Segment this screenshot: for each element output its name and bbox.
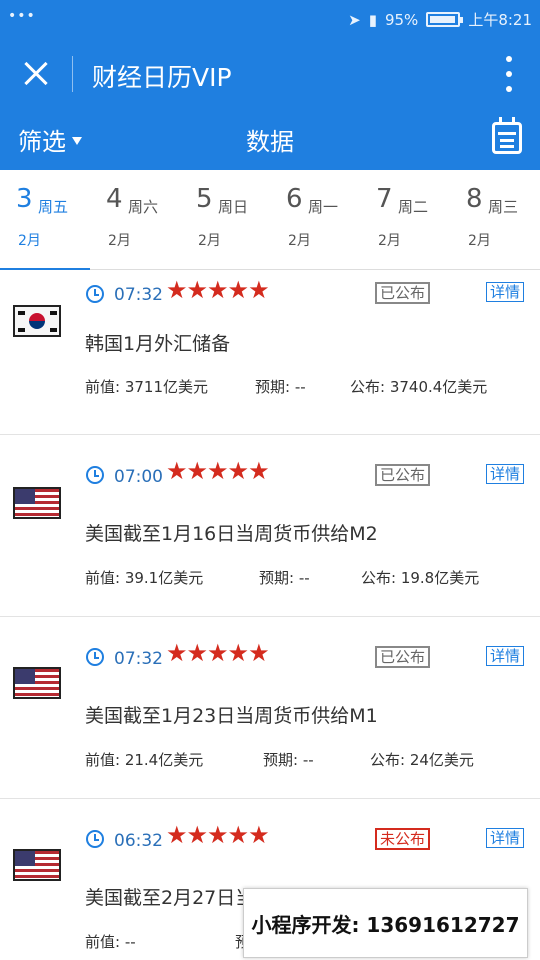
header-divider bbox=[72, 56, 73, 92]
status-bar-dots: ••• bbox=[8, 8, 36, 24]
close-icon[interactable] bbox=[18, 56, 54, 92]
signal-icon: ▮ bbox=[368, 10, 377, 29]
event-time: 06:32 bbox=[114, 831, 163, 851]
more-options-icon[interactable] bbox=[504, 56, 514, 92]
calendar-icon[interactable] bbox=[492, 117, 522, 154]
clock-icon bbox=[86, 466, 104, 484]
importance-stars: ★★★★★ bbox=[166, 639, 270, 667]
date-tab-5[interactable]: 5 周日 2月 bbox=[180, 170, 270, 270]
detail-button[interactable]: 详情 bbox=[486, 646, 525, 666]
event-title: 韩国1月外汇储备 bbox=[85, 333, 231, 355]
detail-button[interactable]: 详情 bbox=[486, 282, 525, 302]
event-time: 07:00 bbox=[114, 467, 163, 487]
event-title: 美国截至1月23日当周货币供给M1 bbox=[85, 705, 378, 727]
date-tab-weekday: 周二 bbox=[398, 198, 429, 216]
event-list[interactable]: 07:32 ★★★★★ 已公布 详情 韩国1月外汇储备 前值: 3711亿美元 … bbox=[0, 270, 540, 960]
actual-value: 公布: 19.8亿美元 bbox=[361, 569, 480, 587]
date-tab-weekday: 周日 bbox=[218, 198, 249, 216]
date-tab-4[interactable]: 4 周六 2月 bbox=[90, 170, 180, 270]
date-tab-day: 5 bbox=[196, 184, 213, 214]
event-time: 07:32 bbox=[114, 649, 163, 669]
us-flag-icon bbox=[13, 487, 61, 519]
clock-icon bbox=[86, 830, 104, 848]
event-item[interactable]: 07:00 ★★★★★ 已公布 详情 美国截至1月16日当周货币供给M2 前值:… bbox=[0, 435, 540, 617]
date-tab-6[interactable]: 6 周一 2月 bbox=[270, 170, 360, 270]
clock-icon bbox=[86, 648, 104, 666]
detail-button[interactable]: 详情 bbox=[486, 464, 525, 484]
date-tab-weekday: 周五 bbox=[38, 198, 69, 216]
event-title: 美国截至1月16日当周货币供给M2 bbox=[85, 523, 378, 545]
battery-percent: 95% bbox=[384, 10, 419, 29]
clock-icon bbox=[86, 285, 104, 303]
date-tab-month: 2月 bbox=[378, 233, 401, 249]
page-title: 财经日历VIP bbox=[92, 63, 232, 92]
date-tab-weekday: 周三 bbox=[488, 198, 519, 216]
south-korea-flag-icon bbox=[13, 305, 61, 337]
status-badge: 未公布 bbox=[375, 828, 431, 850]
battery-icon bbox=[426, 12, 464, 27]
actual-value: 公布: 24亿美元 bbox=[370, 751, 474, 769]
date-tab-month: 2月 bbox=[18, 233, 41, 249]
forecast-value: 预期: -- bbox=[259, 569, 310, 587]
date-tab-month: 2月 bbox=[108, 233, 131, 249]
date-tab-day: 4 bbox=[106, 184, 123, 214]
status-badge: 已公布 bbox=[375, 282, 431, 304]
date-tab-7[interactable]: 7 周二 2月 bbox=[360, 170, 450, 270]
detail-button[interactable]: 详情 bbox=[486, 828, 525, 848]
date-tab-month: 2月 bbox=[198, 233, 221, 249]
clock-time: 上午8:21 bbox=[468, 11, 532, 29]
date-tab-month: 2月 bbox=[288, 233, 311, 249]
previous-value: 前值: -- bbox=[85, 933, 136, 951]
status-bar: ••• ➤ ▮ 95% 上午8:21 bbox=[0, 0, 540, 36]
event-item[interactable]: 07:32 ★★★★★ 已公布 详情 美国截至1月23日当周货币供给M1 前值:… bbox=[0, 617, 540, 799]
date-tab-day: 7 bbox=[376, 184, 393, 214]
date-tab-3[interactable]: 3 周五 2月 bbox=[0, 170, 90, 271]
status-badge: 已公布 bbox=[375, 464, 431, 486]
app-header: 财经日历VIP 筛选 数据 bbox=[0, 36, 540, 170]
importance-stars: ★★★★★ bbox=[166, 276, 270, 304]
send-icon: ➤ bbox=[348, 10, 361, 29]
us-flag-icon bbox=[13, 667, 61, 699]
forecast-value: 预期: -- bbox=[263, 751, 314, 769]
importance-stars: ★★★★★ bbox=[166, 821, 270, 849]
importance-stars: ★★★★★ bbox=[166, 457, 270, 485]
date-tab-day: 8 bbox=[466, 184, 483, 214]
date-tab-day: 6 bbox=[286, 184, 303, 214]
us-flag-icon bbox=[13, 849, 61, 881]
actual-value: 公布: 3740.4亿美元 bbox=[350, 378, 488, 396]
date-tab-weekday: 周六 bbox=[128, 198, 159, 216]
date-tab-day: 3 bbox=[16, 184, 33, 214]
event-time: 07:32 bbox=[114, 285, 163, 305]
date-tab-8[interactable]: 8 周三 2月 bbox=[450, 170, 540, 270]
date-tab-month: 2月 bbox=[468, 233, 491, 249]
date-tab-weekday: 周一 bbox=[308, 198, 339, 216]
forecast-value: 预期: -- bbox=[255, 378, 306, 396]
previous-value: 前值: 3711亿美元 bbox=[85, 378, 208, 396]
date-tabs: 3 周五 2月 4 周六 2月 5 周日 2月 6 周一 2月 7 周二 2月 … bbox=[0, 170, 540, 271]
previous-value: 前值: 39.1亿美元 bbox=[85, 569, 204, 587]
section-title: 数据 bbox=[246, 128, 294, 156]
event-item[interactable]: 07:32 ★★★★★ 已公布 详情 韩国1月外汇储备 前值: 3711亿美元 … bbox=[0, 270, 540, 435]
previous-value: 前值: 21.4亿美元 bbox=[85, 751, 204, 769]
promo-banner: 小程序开发: 13691612727 bbox=[243, 888, 528, 958]
status-badge: 已公布 bbox=[375, 646, 431, 668]
